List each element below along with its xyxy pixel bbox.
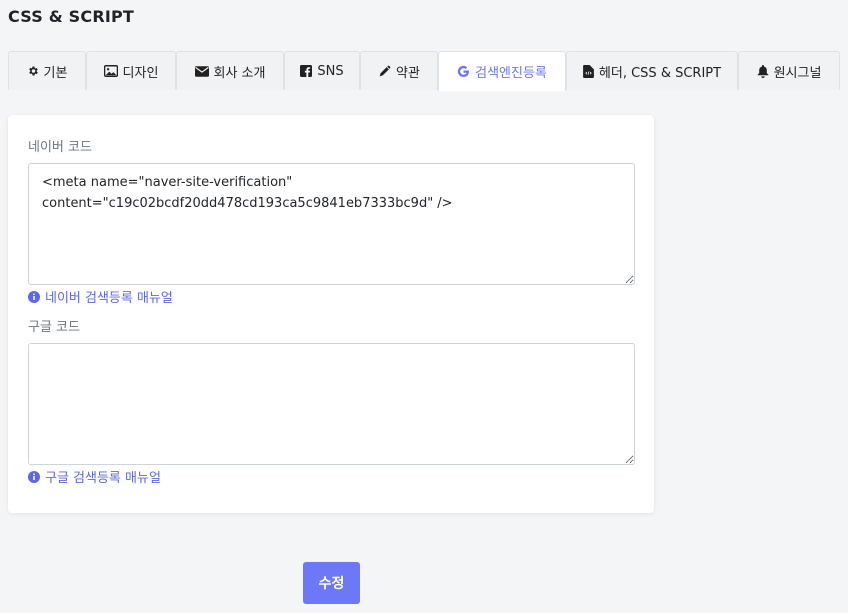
tab-design[interactable]: 디자인 — [86, 51, 176, 90]
tab-label: 헤더, CSS & SCRIPT — [598, 65, 722, 81]
page-title: CSS & SCRIPT — [8, 7, 135, 26]
google-manual-text: 구글 검색등록 매뉴얼 — [45, 471, 161, 486]
naver-code-label: 네이버 코드 — [28, 140, 92, 155]
tab-basic[interactable]: 기본 — [8, 51, 86, 90]
tab-terms[interactable]: 약관 — [360, 51, 438, 90]
tab-search-engine[interactable]: 검색엔진등록 — [438, 51, 566, 91]
google-code-label: 구글 코드 — [28, 320, 80, 335]
google-icon — [457, 65, 470, 78]
file-code-icon — [583, 64, 594, 78]
tab-label: 원시그널 — [773, 65, 822, 81]
naver-manual-text: 네이버 검색등록 매뉴얼 — [45, 291, 173, 306]
info-circle-icon — [28, 290, 40, 303]
tab-label: 검색엔진등록 — [475, 66, 547, 81]
bell-icon — [757, 64, 769, 78]
submit-button[interactable]: 수정 — [303, 562, 360, 604]
envelope-icon — [194, 65, 209, 77]
pen-icon — [378, 65, 391, 78]
tab-bar: 기본 디자인 회사 소개 SNS 약관 검색엔진등록 헤더, CSS & SCR… — [8, 51, 840, 91]
search-engine-card: 네이버 코드 <meta name="naver-site-verificati… — [8, 115, 654, 513]
tab-header-css-script[interactable]: 헤더, CSS & SCRIPT — [566, 51, 738, 90]
tab-sns[interactable]: SNS — [284, 51, 360, 90]
google-code-textarea[interactable] — [28, 343, 635, 465]
tab-label: 기본 — [43, 65, 68, 81]
info-circle-icon — [28, 470, 40, 483]
google-manual-link[interactable]: 구글 검색등록 매뉴얼 — [28, 467, 161, 486]
naver-code-textarea[interactable]: <meta name="naver-site-verification" con… — [28, 163, 635, 285]
image-icon — [103, 65, 118, 77]
tab-label: SNS — [317, 63, 344, 79]
facebook-icon — [300, 65, 313, 77]
gear-icon — [27, 65, 39, 77]
tab-label: 회사 소개 — [213, 65, 266, 81]
tab-label: 디자인 — [122, 65, 159, 81]
naver-manual-link[interactable]: 네이버 검색등록 매뉴얼 — [28, 287, 173, 306]
tab-label: 약관 — [396, 65, 420, 81]
tab-company-intro[interactable]: 회사 소개 — [176, 51, 284, 90]
tab-onesignal[interactable]: 원시그널 — [738, 51, 840, 90]
